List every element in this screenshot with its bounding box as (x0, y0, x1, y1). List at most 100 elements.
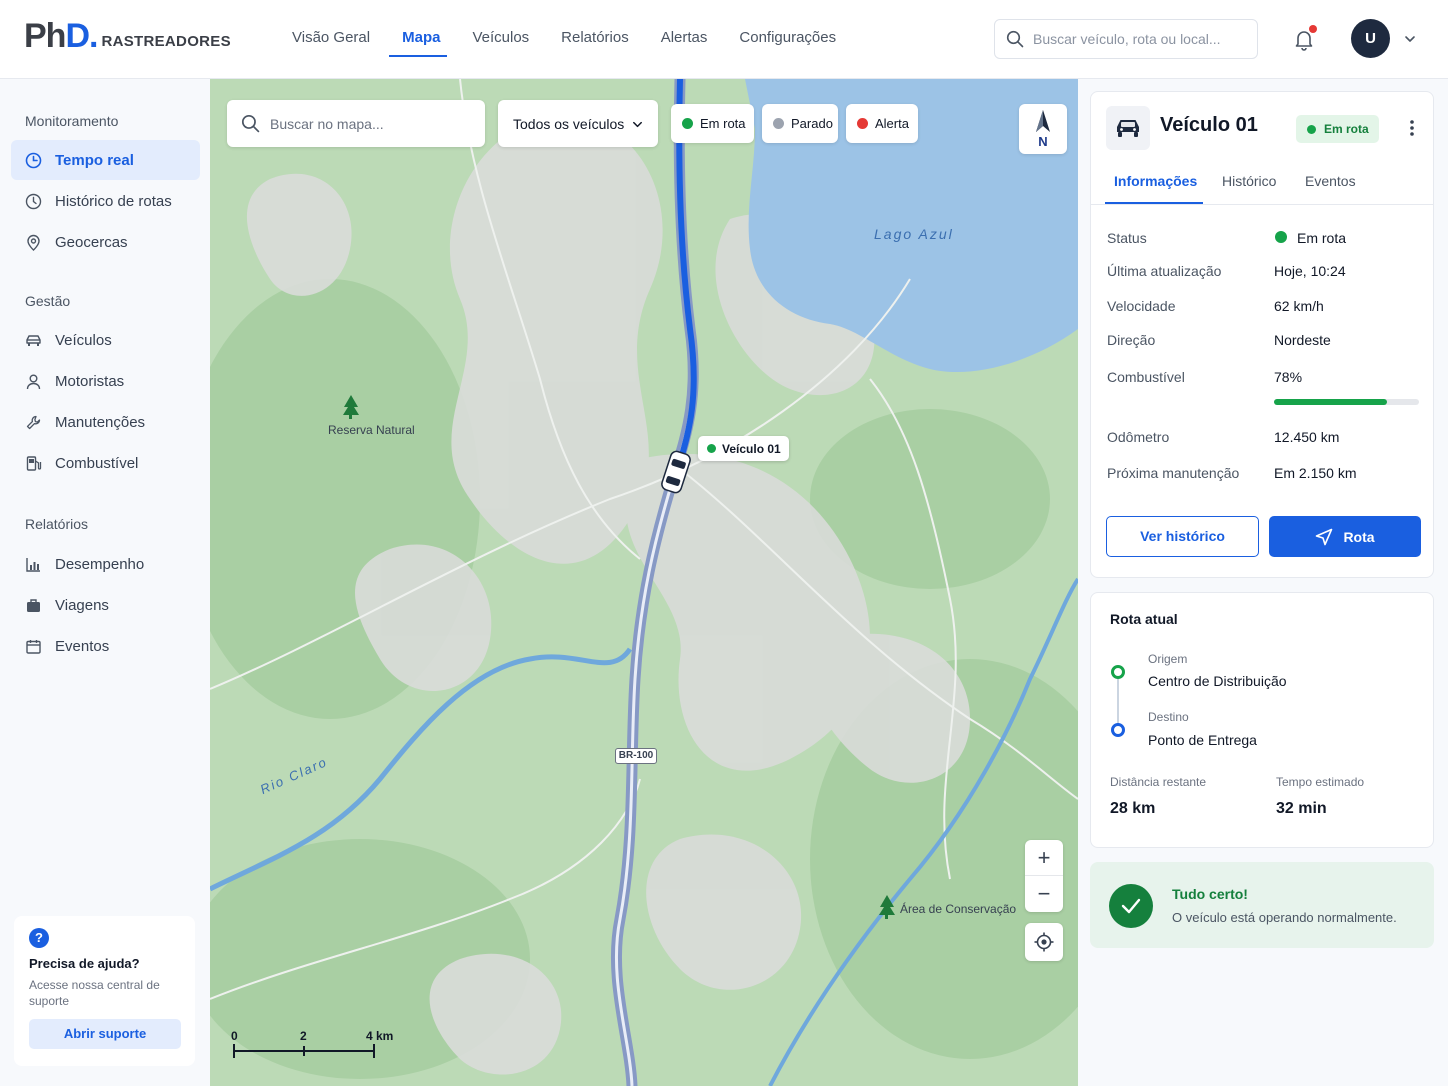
compass-button[interactable]: N (1019, 104, 1067, 154)
tab-informacoes[interactable]: Informações (1114, 173, 1197, 189)
sidebar-section-relatorios: Relatórios (25, 516, 89, 532)
nav-visao-geral[interactable]: Visão Geral (276, 0, 386, 79)
odometer-label: Odômetro (1107, 429, 1170, 445)
sidebar-item-label: Tempo real (55, 151, 134, 169)
active-nav-indicator (389, 55, 447, 57)
location-pin-icon (27, 234, 40, 251)
main-nav: Visão Geral Mapa Veículos Relatórios Ale… (276, 0, 852, 79)
sidebar-item-label: Veículos (55, 331, 112, 349)
origin-label: Origem (1148, 652, 1188, 666)
sidebar-item-label: Eventos (55, 637, 110, 655)
direction-label: Direção (1107, 332, 1156, 348)
fuel-value: 78% (1274, 369, 1303, 385)
eta-label: Tempo estimado (1276, 775, 1365, 789)
map-view[interactable]: Buscar no mapa... Todos os veículos Em r… (210, 79, 1078, 1086)
vehicle-filter-select[interactable]: Todos os veículos (498, 100, 658, 147)
user-avatar[interactable]: U (1351, 19, 1390, 58)
sidebar-item-combustivel[interactable]: Combustível (11, 443, 200, 483)
route-button-label: Rota (1343, 528, 1375, 545)
realtime-icon (25, 152, 42, 168)
scale-label-0: 0 (231, 1029, 238, 1043)
compass-arrow-icon (1036, 110, 1050, 132)
tab-historico[interactable]: Histórico (1222, 173, 1276, 189)
sidebar-item-geocercas[interactable]: Geocercas (11, 222, 200, 262)
next-maintenance-label: Próxima manutenção (1107, 465, 1240, 481)
vehicle-map-tag[interactable]: Veículo 01 (698, 436, 789, 461)
speed-value: 62 km/h (1274, 298, 1324, 314)
suitcase-icon (27, 598, 40, 612)
view-history-button[interactable]: Ver histórico (1106, 516, 1259, 557)
sidebar-item-manutencoes[interactable]: Manutenções (11, 402, 200, 442)
car-icon (26, 334, 41, 346)
reserve-label: Reserva Natural (328, 423, 415, 437)
tab-eventos[interactable]: Eventos (1305, 173, 1356, 189)
status-dot-green (1307, 125, 1316, 134)
sidebar-item-motoristas[interactable]: Motoristas (11, 361, 200, 401)
filter-chip-em-rota[interactable]: Em rota (671, 104, 754, 143)
distance-label: Distância restante (1110, 775, 1207, 789)
sidebar-item-veiculos[interactable]: Veículos (11, 320, 200, 360)
sidebar-item-historico-rotas[interactable]: Histórico de rotas (11, 181, 200, 221)
odometer-value: 12.450 km (1274, 429, 1340, 445)
bar-chart-icon (26, 557, 40, 572)
compass-north-label: N (1038, 134, 1048, 149)
last-update-label: Última atualização (1107, 263, 1222, 279)
top-navigation-bar: PhD. RASTREADORES Visão Geral Mapa Veícu… (0, 0, 1448, 79)
vehicle-details-card: Veículo 01 Em rota Informações Histórico… (1090, 91, 1434, 578)
sidebar-item-label: Combustível (55, 454, 139, 472)
chevron-down-icon[interactable] (1403, 32, 1417, 51)
fuel-label: Combustível (1107, 369, 1185, 385)
status-dot-green (707, 444, 716, 453)
sidebar-section-monitoramento: Monitoramento (25, 113, 119, 129)
chip-label: Alerta (875, 116, 909, 131)
nav-relatorios[interactable]: Relatórios (545, 0, 645, 79)
nav-configuracoes[interactable]: Configurações (723, 0, 852, 79)
active-tab-indicator (1105, 202, 1203, 204)
locate-button[interactable] (1025, 923, 1063, 961)
nav-mapa[interactable]: Mapa (386, 0, 456, 79)
open-support-button[interactable]: Abrir suporte (29, 1019, 181, 1049)
sidebar-item-tempo-real[interactable]: Tempo real (11, 140, 200, 180)
filter-chip-parado[interactable]: Parado (762, 104, 838, 143)
direction-value: Nordeste (1274, 332, 1331, 348)
help-card: ? Precisa de ajuda? Acesse nossa central… (14, 916, 195, 1066)
sidebar-item-label: Desempenho (55, 555, 145, 573)
destination-marker-icon (1111, 723, 1125, 737)
status-label: Status (1107, 230, 1147, 246)
status-dot-green (1275, 231, 1287, 243)
vehicle-map-tag-label: Veículo 01 (722, 441, 781, 456)
eta-value: 32 min (1276, 800, 1327, 817)
logo-mark: PhD. (24, 17, 98, 55)
status-text: O veículo está operando normalmente. (1172, 910, 1397, 925)
more-options-icon[interactable] (1404, 118, 1420, 143)
zoom-out-button[interactable]: − (1025, 876, 1063, 912)
sidebar-item-viagens[interactable]: Viagens (11, 585, 200, 625)
fuel-progress-bar (1274, 399, 1419, 405)
route-button[interactable]: Rota (1269, 516, 1421, 557)
map-search-input[interactable]: Buscar no mapa... (227, 100, 485, 147)
logo-text: RASTREADORES (101, 33, 231, 50)
nav-veiculos[interactable]: Veículos (456, 0, 545, 79)
navigation-arrow-icon (1316, 528, 1333, 545)
brand-logo[interactable]: PhD. RASTREADORES (24, 18, 231, 54)
status-dot-red (857, 118, 868, 129)
scale-label-2: 2 (300, 1029, 307, 1043)
status-title: Tudo certo! (1172, 886, 1248, 902)
status-badge-label: Em rota (1324, 122, 1369, 136)
search-icon (1006, 30, 1024, 51)
sidebar-section-gestao: Gestão (25, 293, 71, 309)
zoom-controls: + − (1025, 840, 1063, 912)
global-search-input[interactable]: Buscar veículo, rota ou local... (994, 19, 1258, 59)
sidebar-item-desempenho[interactable]: Desempenho (11, 544, 200, 584)
help-title: Precisa de ajuda? (29, 956, 140, 971)
chevron-down-icon (631, 118, 644, 134)
filter-chip-alerta[interactable]: Alerta (846, 104, 918, 143)
sidebar-item-label: Manutenções (55, 413, 146, 431)
zoom-in-button[interactable]: + (1025, 840, 1063, 876)
sidebar-item-eventos[interactable]: Eventos (11, 626, 200, 666)
sidebar-item-label: Geocercas (55, 233, 128, 251)
global-search-placeholder: Buscar veículo, rota ou local... (1033, 31, 1221, 47)
sidebar-item-label: Motoristas (55, 372, 125, 390)
help-question-icon: ? (29, 928, 49, 948)
nav-alertas[interactable]: Alertas (645, 0, 724, 79)
